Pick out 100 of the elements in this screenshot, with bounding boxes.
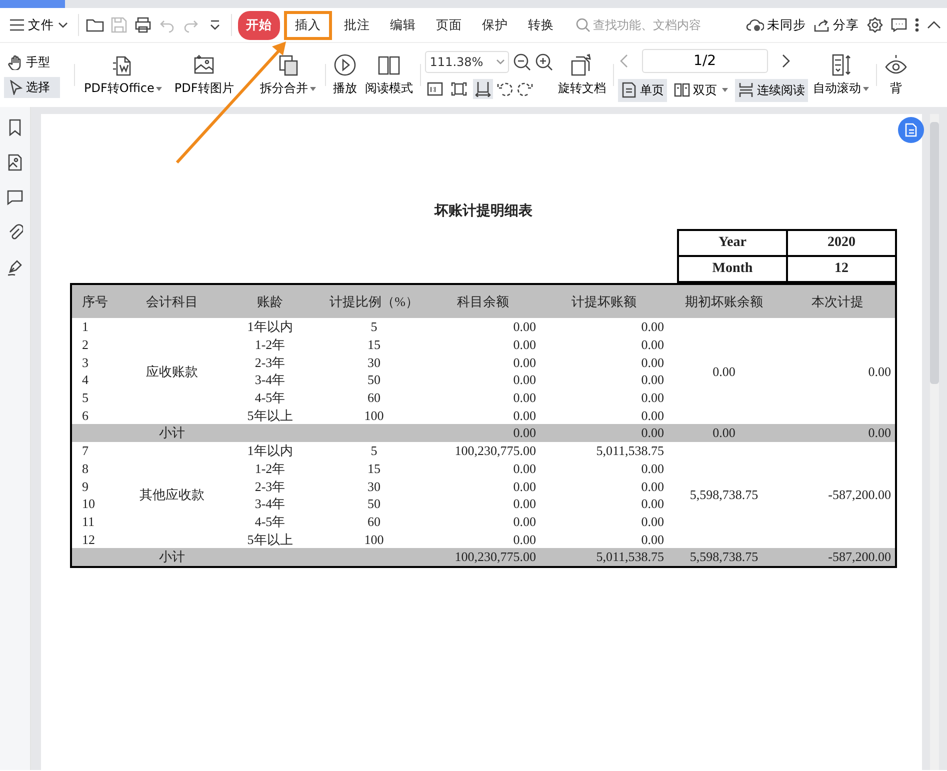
table-cell: 0.00 [540, 530, 668, 548]
toolbar-button[interactable]: PDF转Office [81, 51, 166, 99]
table-cell-text: 4-5年 [254, 512, 286, 530]
table-cell: 小计 [126, 424, 218, 442]
table-cell: 小计 [126, 548, 218, 567]
table-cell: 100 [322, 406, 426, 424]
sync-button[interactable]: 未同步 [746, 16, 806, 34]
document-title: 坏账计提明细表 [434, 202, 532, 220]
toolbar-button[interactable]: 背 [880, 51, 911, 99]
menu-tab[interactable]: 转换 [520, 10, 562, 40]
toolbar-button[interactable]: 拆分合并 [256, 51, 319, 99]
table-cell: 9 [71, 477, 126, 495]
menu-tab[interactable]: 保护 [474, 10, 516, 40]
table-cell-text: 50 [366, 495, 382, 513]
file-menu[interactable]: 文件 [6, 14, 72, 36]
table-cell: 0.00 [540, 406, 668, 424]
toolbar-button[interactable]: 自动滚动 [810, 51, 872, 99]
table-cell: 8 [71, 460, 126, 478]
page-number-field[interactable]: 1/2 [642, 48, 768, 72]
table-cell: 0.00 [540, 424, 668, 442]
menu-tab[interactable]: 编辑 [382, 10, 424, 40]
period-label: Year [678, 230, 787, 256]
toolbar-button[interactable]: 阅读模式 [362, 51, 416, 99]
table-cell-text: 1-2年 [254, 460, 286, 478]
table-cell: 5 [322, 318, 426, 336]
table-cell-text: 3-4年 [254, 495, 286, 513]
table-cell-text: 2-3年 [254, 354, 286, 372]
search-field[interactable]: 查找功能、文档内容 [576, 18, 708, 32]
table-cell: 0.00 [540, 318, 668, 336]
period-value: 12 [787, 256, 896, 282]
table-cell: 5年以上 [218, 530, 322, 548]
table-cell-text: 15 [366, 460, 382, 478]
table-cell: 0.00 [780, 424, 896, 442]
table-cell: 100,230,775.00 [426, 442, 540, 460]
table-cell-text: 60 [366, 512, 382, 530]
table-cell-text: 0.00 [640, 371, 665, 389]
table-cell: 5 [71, 388, 126, 406]
table-cell-text: 0.00 [640, 354, 665, 372]
table-cell: -587,200.00 [780, 442, 896, 548]
table-cell: 11 [71, 512, 126, 530]
column-header: 账龄 [218, 284, 322, 318]
table-cell-text: 0.00 [640, 478, 665, 495]
table-cell: 5 [322, 442, 426, 460]
column-header: 期初坏账余额 [668, 284, 780, 318]
table-cell: 2 [71, 336, 126, 354]
table-cell: -587,200.00 [780, 548, 896, 567]
menu-tab[interactable]: 插入 [284, 10, 332, 40]
table-cell-text: 60 [366, 389, 382, 406]
tool-button[interactable]: 选择 [4, 77, 60, 98]
table-cell-text: 50 [366, 371, 382, 389]
table-cell: 5,011,538.75 [540, 442, 668, 460]
menu-tab[interactable]: 页面 [428, 10, 470, 40]
table-cell: 100 [322, 530, 426, 548]
share-button[interactable]: 分享 [814, 16, 859, 34]
table-cell: 5年以上 [218, 406, 322, 424]
table-cell-text: 0.00 [512, 389, 537, 406]
table-cell-text: 0.00 [640, 495, 665, 513]
table-cell: 1 [71, 318, 126, 336]
table-cell: 7 [71, 442, 126, 460]
table-cell: 0.00 [426, 406, 540, 424]
table-cell: 其他应收款 [126, 442, 218, 548]
table-cell-text: 0.00 [512, 460, 537, 478]
table-cell-text: 0.00 [512, 512, 537, 530]
table-cell-text: 2-3年 [254, 478, 286, 495]
table-cell: 6 [71, 406, 126, 424]
table-cell-text: 1-2年 [254, 336, 286, 354]
menu-tab[interactable]: 批注 [336, 10, 378, 40]
page-layout-button[interactable]: 连续阅读 [734, 78, 808, 102]
table-cell: 0.00 [426, 530, 540, 548]
table-cell: 0.00 [426, 424, 540, 442]
column-header: 计提比例（%） [322, 284, 426, 318]
toolbar-button[interactable]: PDF转图片 [171, 51, 237, 99]
table-cell: 5,598,738.75 [668, 548, 780, 567]
zoom-field[interactable]: 111.38% [424, 51, 509, 73]
column-header: 本次计提 [780, 284, 896, 318]
table-cell-text: 30 [366, 478, 382, 495]
column-header: 计提坏账额 [540, 284, 668, 318]
table-cell: 12 [71, 530, 126, 548]
table-cell: 10 [71, 494, 126, 513]
table-cell: 5,598,738.75 [668, 442, 780, 548]
table-cell-text: 15 [366, 336, 382, 354]
table-cell-text: 0.00 [512, 371, 537, 389]
table-cell-text: 0.00 [640, 512, 665, 530]
table-cell-text: 0.00 [640, 460, 665, 478]
table-cell: 0.00 [668, 424, 780, 442]
table-cell: 4 [71, 371, 126, 389]
table-cell: 5,011,538.75 [540, 548, 668, 567]
table-cell-text: 30 [366, 354, 382, 372]
table-cell: 100,230,775.00 [426, 548, 540, 567]
tool-button[interactable]: 手型 [4, 52, 60, 73]
menu-tab[interactable]: 开始 [238, 10, 280, 40]
page-layout-button[interactable]: 双页 [670, 78, 731, 102]
table-cell: 1年以内 [218, 318, 322, 336]
table-cell-text: 0.00 [512, 495, 537, 513]
toolbar-button[interactable]: 播放 [330, 51, 360, 99]
table-cell: 3 [71, 353, 126, 372]
page-layout-button[interactable]: 单页 [618, 78, 667, 102]
table-cell: 0.00 [780, 318, 896, 424]
period-value: 2020 [787, 230, 896, 256]
toolbar-button[interactable]: 旋转文档 [554, 51, 609, 99]
